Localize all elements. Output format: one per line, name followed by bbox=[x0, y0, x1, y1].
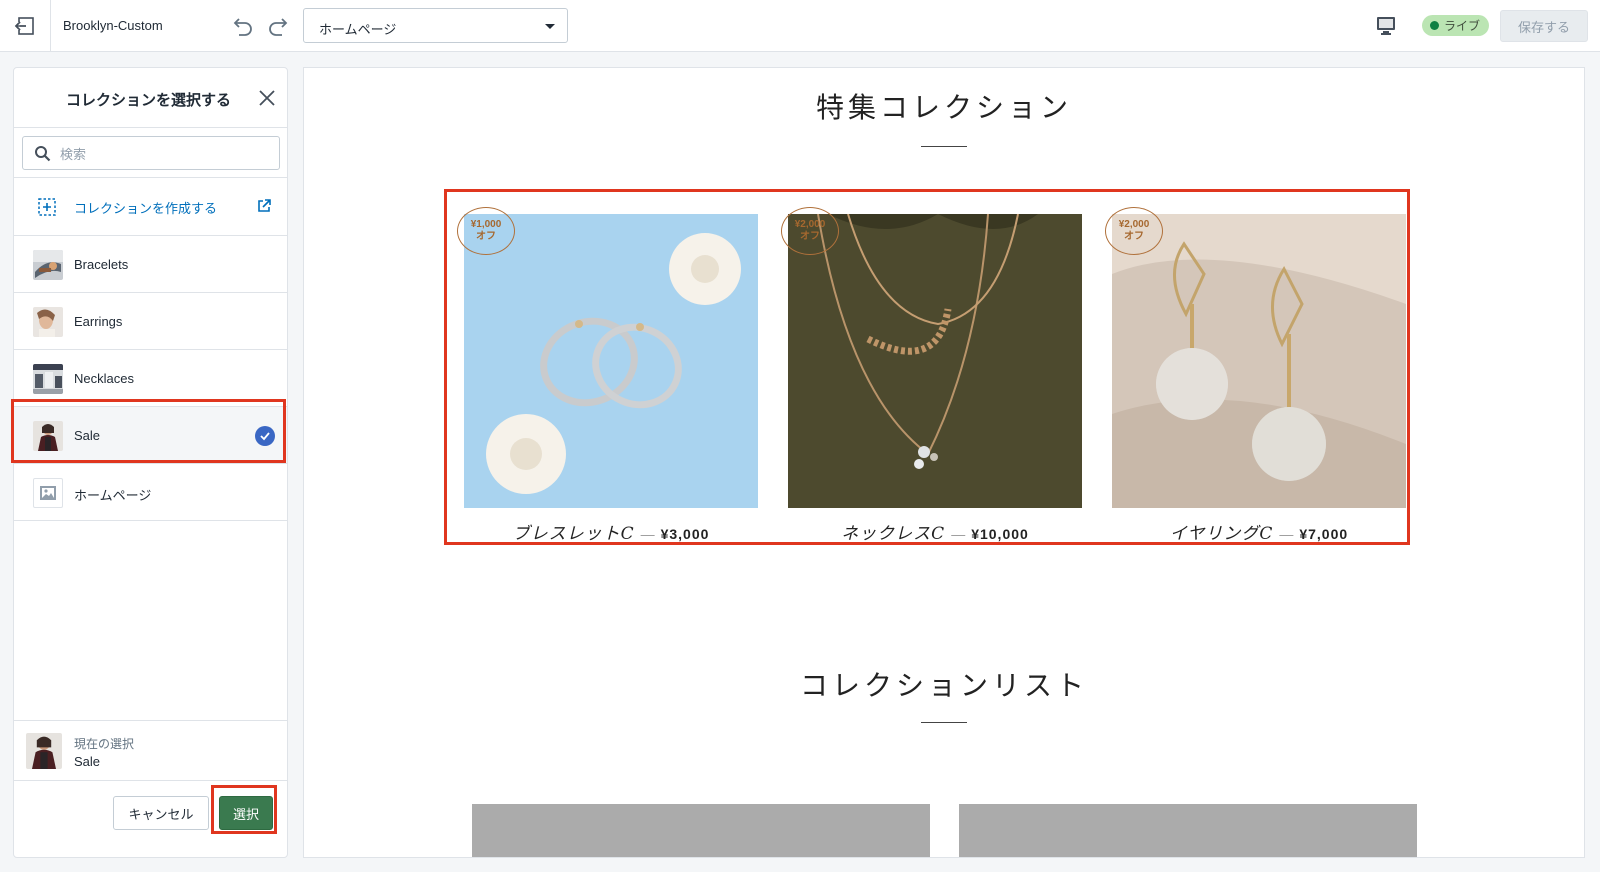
search-area bbox=[14, 128, 287, 178]
close-button[interactable] bbox=[258, 89, 276, 107]
featured-collection-title: 特集コレクション bbox=[815, 91, 1072, 124]
necklaces-thumbnail bbox=[33, 364, 63, 394]
collection-list-placeholder bbox=[959, 804, 1417, 857]
live-label: ライブ bbox=[1444, 19, 1481, 33]
collection-item-label: Earrings bbox=[74, 314, 123, 329]
current-selection-label: 現在の選択 bbox=[74, 737, 135, 751]
search-input[interactable] bbox=[60, 144, 270, 164]
page-select-value: ホームページ bbox=[319, 22, 397, 37]
collection-list-title: コレクションリスト bbox=[799, 669, 1088, 702]
chevron-down-icon bbox=[545, 24, 555, 29]
live-dot-icon bbox=[1430, 21, 1439, 30]
collection-item-label: Bracelets bbox=[74, 257, 129, 272]
page-select-dropdown[interactable]: ホームページ bbox=[303, 8, 568, 43]
current-selection-value: Sale bbox=[74, 754, 101, 769]
external-link-icon bbox=[258, 199, 271, 212]
search-icon bbox=[35, 146, 51, 162]
current-selection-thumbnail bbox=[26, 733, 62, 769]
earrings-thumbnail bbox=[33, 307, 63, 337]
collection-item-earrings[interactable]: Earrings bbox=[14, 293, 287, 350]
highlight-select-button bbox=[211, 785, 277, 834]
bracelets-thumbnail bbox=[33, 250, 63, 280]
redo-icon bbox=[269, 18, 288, 36]
theme-name: Brooklyn-Custom bbox=[63, 18, 163, 33]
current-selection: 現在の選択 Sale bbox=[14, 720, 287, 781]
exit-editor-button[interactable] bbox=[0, 0, 51, 52]
close-icon bbox=[259, 90, 275, 106]
panel-title: コレクションを選択する bbox=[66, 92, 232, 109]
device-preview-button[interactable] bbox=[1374, 14, 1398, 38]
title-divider bbox=[921, 722, 967, 723]
store-preview: 特集コレクション ¥1,000 オフ ブレスレットC — ¥3,000 ¥2,0… bbox=[303, 67, 1585, 858]
cancel-button[interactable]: キャンセル bbox=[113, 796, 209, 830]
collection-item-homepage[interactable]: ホームページ bbox=[14, 464, 287, 521]
undo-icon bbox=[233, 18, 252, 36]
desktop-icon bbox=[1377, 17, 1395, 35]
live-status-badge: ライブ bbox=[1422, 15, 1490, 36]
image-placeholder-icon bbox=[33, 478, 63, 508]
top-bar: Brooklyn-Custom ホームページ ライブ 保存する bbox=[0, 0, 1600, 52]
collection-item-bracelets[interactable]: Bracelets bbox=[14, 236, 287, 293]
create-collection-link[interactable]: コレクションを作成する bbox=[14, 178, 287, 236]
redo-button[interactable] bbox=[265, 13, 291, 39]
create-collection-label: コレクションを作成する bbox=[74, 201, 218, 216]
collection-item-label: ホームページ bbox=[74, 488, 152, 503]
highlight-sale-item bbox=[11, 399, 286, 463]
title-divider bbox=[921, 146, 967, 147]
collection-item-label: Necklaces bbox=[74, 371, 134, 386]
save-button[interactable]: 保存する bbox=[1500, 10, 1588, 42]
collection-list: Bracelets Earrings Necklaces Sale ホームページ bbox=[14, 236, 287, 521]
collection-list-placeholder bbox=[472, 804, 930, 857]
exit-icon bbox=[14, 17, 34, 35]
undo-button[interactable] bbox=[230, 13, 256, 39]
panel-header: コレクションを選択する bbox=[14, 68, 287, 128]
highlight-featured-products bbox=[444, 189, 1410, 545]
search-box[interactable] bbox=[22, 136, 280, 170]
add-collection-icon bbox=[38, 198, 56, 216]
